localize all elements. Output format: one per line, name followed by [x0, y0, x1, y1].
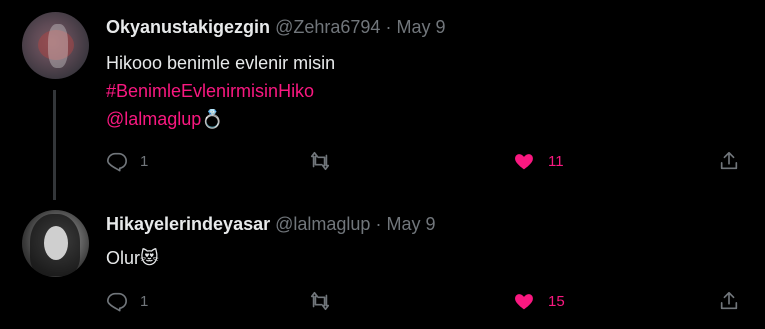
tweet-actions: 1 11 [0, 146, 765, 176]
display-name[interactable]: Hikayelerindeyasar [106, 214, 270, 234]
reply-button[interactable]: 1 [106, 146, 148, 176]
tweet-header: Hikayelerindeyasar @lalmaglup · May 9 [106, 212, 436, 236]
tweet-text-line: Hikooo benimle evlenir misin [106, 53, 336, 73]
tweet-header: Okyanustakigezgin @Zehra6794 · May 9 [106, 15, 445, 39]
like-count: 11 [548, 152, 564, 170]
retweet-button[interactable] [308, 286, 332, 316]
hashtag-link[interactable]: #BenimleEvlenirmisinHiko [106, 77, 335, 105]
like-count: 15 [548, 292, 565, 310]
reply-icon [106, 150, 128, 172]
reply-icon [106, 290, 128, 312]
tweet-text-line: Olur [106, 248, 141, 268]
heart-filled-icon [512, 150, 536, 172]
heart-eyes-cat-emoji: 😻 [140, 248, 159, 268]
heart-filled-icon [512, 290, 536, 312]
share-button[interactable] [718, 146, 740, 176]
avatar[interactable] [22, 210, 89, 277]
display-name[interactable]: Okyanustakigezgin [106, 17, 270, 37]
user-handle[interactable]: @lalmaglup [275, 214, 370, 234]
separator-dot: · [375, 214, 382, 234]
like-button[interactable]: 15 [512, 286, 565, 316]
separator-dot: · [385, 17, 392, 37]
tweet-text: Olur😻 [106, 244, 159, 272]
tweet-date[interactable]: May 9 [386, 214, 435, 234]
reply-count: 1 [140, 292, 149, 310]
tweet-1[interactable]: Okyanustakigezgin @Zehra6794 · May 9 Hik… [0, 0, 765, 200]
avatar-decoration [44, 226, 68, 260]
thread-connector-line [53, 90, 56, 200]
avatar-decoration [48, 24, 68, 68]
user-handle[interactable]: @Zehra6794 [275, 17, 380, 37]
retweet-button[interactable] [308, 146, 332, 176]
reply-count: 1 [140, 152, 149, 170]
share-button[interactable] [718, 286, 740, 316]
tweet-text: Hikooo benimle evlenir misin #BenimleEvl… [106, 49, 335, 133]
avatar[interactable] [22, 12, 89, 79]
ring-emoji: 💍 [201, 109, 224, 129]
reply-button[interactable]: 1 [106, 286, 148, 316]
share-icon [718, 290, 740, 312]
mention-link[interactable]: @lalmaglup [106, 109, 201, 129]
retweet-icon [308, 290, 332, 312]
share-icon [718, 150, 740, 172]
like-button[interactable]: 11 [512, 146, 564, 176]
retweet-icon [308, 150, 332, 172]
tweet-actions: 1 15 [0, 286, 765, 316]
tweet-date[interactable]: May 9 [396, 17, 445, 37]
